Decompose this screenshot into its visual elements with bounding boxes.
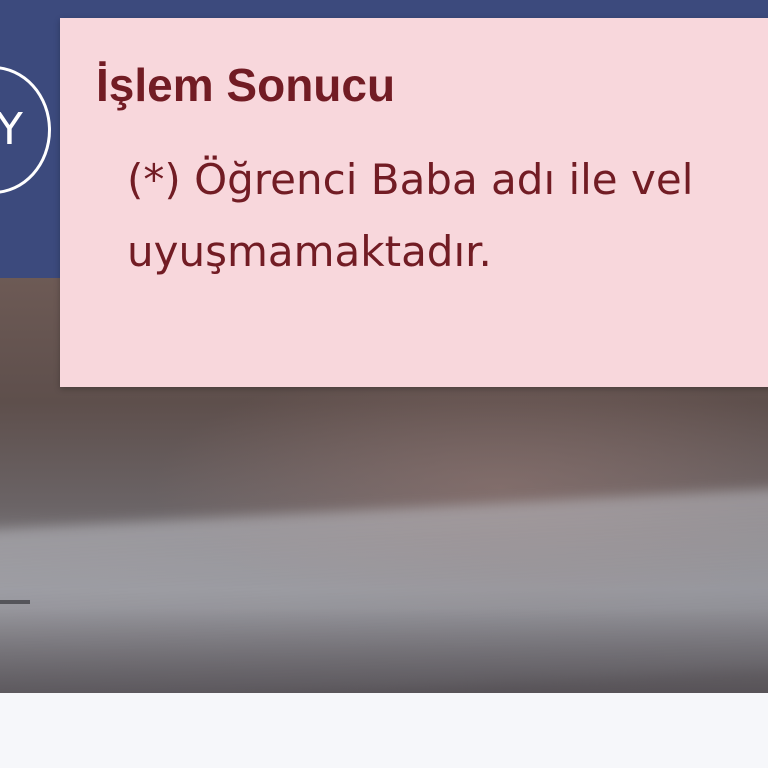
hero-shadow — [0, 608, 768, 693]
alert-title: İşlem Sonucu — [96, 59, 396, 111]
alert-message: (*) Öğrenci Baba adı ile vel uyuşmamakta… — [127, 144, 768, 288]
alert-message-line-2: uyuşmamaktadır. — [127, 227, 492, 276]
alert-box: İşlem Sonucu (*) Öğrenci Baba adı ile ve… — [60, 18, 768, 387]
logo-letter: Y — [0, 104, 23, 155]
page: Y İşlem Sonucu (*) Öğrenci Baba adı ile … — [0, 0, 768, 768]
alert-message-line-1: (*) Öğrenci Baba adı ile vel — [127, 155, 694, 204]
hero-edge-line — [0, 600, 30, 604]
footer-strip — [0, 693, 768, 768]
